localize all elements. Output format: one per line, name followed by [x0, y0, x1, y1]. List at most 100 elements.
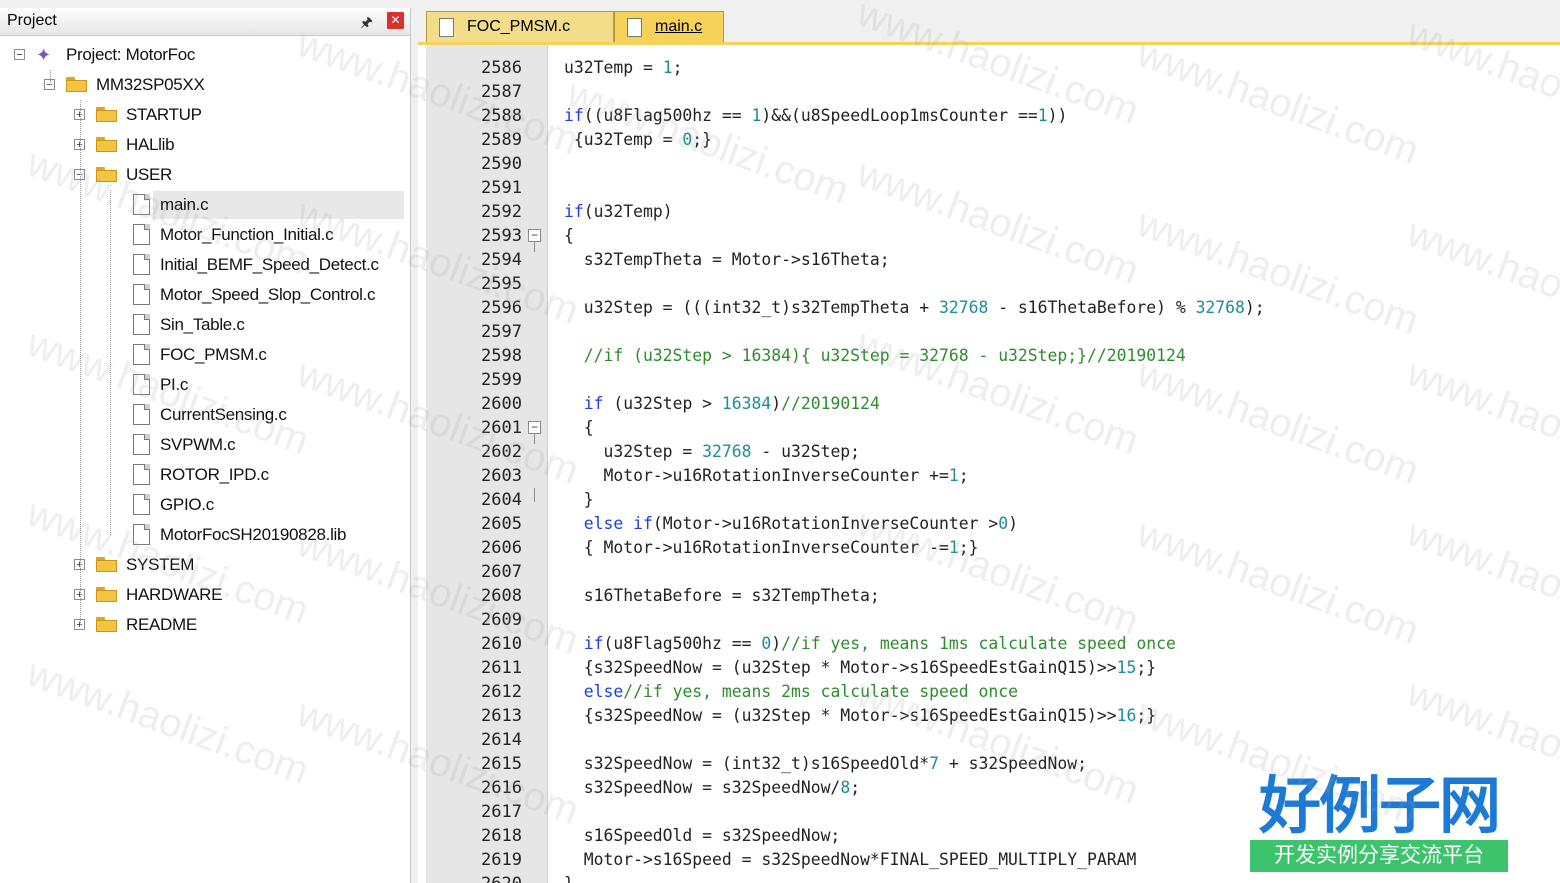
code-token: ): [1008, 514, 1018, 533]
code-token: }: [564, 874, 574, 883]
line-number: 2586: [481, 58, 522, 78]
file-icon: [133, 524, 150, 545]
tree-item-label: HALlib: [126, 135, 175, 154]
tree-item-label: GPIO.c: [160, 495, 214, 514]
code-token: (u32Temp): [583, 202, 673, 221]
file-icon: [133, 494, 150, 515]
line-number: 2604: [481, 490, 522, 510]
file-icon: [133, 254, 150, 275]
tab-main-c[interactable]: main.c: [614, 11, 724, 43]
code-line: if (u32Step > 16384)//20190124: [564, 392, 880, 416]
line-number: 2596: [481, 298, 522, 318]
tree-item[interactable]: Motor_Function_Initial.c: [0, 220, 410, 250]
tree-item[interactable]: + STARTUP: [0, 100, 410, 130]
fold-collapse-icon[interactable]: −: [528, 421, 541, 434]
code-token: 1: [751, 106, 762, 125]
code-line: u32Step = (((int32_t)s32TempTheta + 3276…: [564, 296, 1265, 320]
code-line: if((u8Flag500hz == 1)&&(u8SpeedLoop1msCo…: [564, 104, 1067, 128]
line-number: 2597: [481, 322, 522, 342]
line-number: 2615: [481, 754, 522, 774]
code-token: 0: [682, 130, 693, 149]
tree-item[interactable]: Sin_Table.c: [0, 310, 410, 340]
code-line: s32TempTheta = Motor->s16Theta;: [564, 248, 890, 272]
tree-item[interactable]: − MM32SP05XX: [0, 70, 410, 100]
code-token: //if (u32Step > 16384){ u32Step = 32768 …: [564, 346, 1186, 365]
line-number: 2619: [481, 850, 522, 870]
code-token: ;: [672, 58, 683, 77]
close-icon[interactable]: ✕: [387, 12, 404, 29]
code-token: 32768: [702, 442, 752, 461]
tree-item[interactable]: + README: [0, 610, 410, 640]
line-number-gutter: 2586 2587 2588 2589 2590 2591 2592 2593−2594 259…: [426, 45, 548, 883]
code-line: s16SpeedOld = s32SpeedNow;: [564, 824, 841, 848]
code-token: ): [771, 634, 782, 653]
tree-item[interactable]: main.c: [0, 190, 410, 220]
code-token: ): [771, 394, 782, 413]
collapse-icon[interactable]: −: [14, 49, 25, 61]
code-line: Motor->s16Speed = s32SpeedNow*FINAL_SPEE…: [564, 848, 1137, 872]
code-token: { Motor->u16RotationInverseCounter -=: [564, 538, 949, 557]
code-token: ((u8Flag500hz ==: [583, 106, 752, 125]
file-icon: [133, 224, 150, 245]
line-number: 2606: [481, 538, 522, 558]
tree-item[interactable]: − ✦ Project: MotorFoc: [0, 40, 410, 70]
code-token: //if yes, means 1ms calculate speed once: [781, 634, 1176, 653]
tree-item[interactable]: GPIO.c: [0, 490, 410, 520]
code-area[interactable]: u32Temp = 1; if((u8Flag500hz == 1)&&(u8Sp…: [564, 45, 1560, 883]
folder-icon: [96, 107, 117, 122]
line-number: 2620: [472, 872, 522, 883]
code-token: s32SpeedNow = s32SpeedNow/: [564, 778, 841, 797]
line-number: 2617: [481, 802, 522, 822]
line-number: 2588: [481, 106, 522, 126]
code-line: else if(Motor->u16RotationInverseCounter…: [564, 512, 1018, 536]
code-token: ;: [850, 778, 861, 797]
tree-item[interactable]: + SYSTEM: [0, 550, 410, 580]
tree-item[interactable]: MotorFocSH20190828.lib: [0, 520, 410, 550]
pin-icon[interactable]: 🖈: [360, 12, 373, 36]
file-icon: [439, 18, 454, 37]
code-line: {s32SpeedNow = (u32Step * Motor->s16Spee…: [564, 704, 1156, 728]
code-token: ;}: [1136, 706, 1157, 725]
code-token: {: [564, 226, 574, 245]
folder-icon: [96, 587, 117, 602]
tree-item-label: Motor_Function_Initial.c: [160, 225, 334, 244]
code-token: s16SpeedOld = s32SpeedNow;: [564, 826, 841, 845]
tree-item[interactable]: − USER: [0, 160, 410, 190]
tree-item[interactable]: + HALlib: [0, 130, 410, 160]
line-number: 2598: [481, 346, 522, 366]
fold-collapse-icon[interactable]: −: [528, 229, 541, 242]
code-token: //if yes, means 2ms calculate speed once: [623, 682, 1018, 701]
line-number: 2611: [481, 658, 522, 678]
line-number: 2600: [481, 394, 522, 414]
tree-item[interactable]: ROTOR_IPD.c: [0, 460, 410, 490]
tree-item-label: CurrentSensing.c: [160, 405, 287, 424]
code-token: (u8Flag500hz ==: [603, 634, 762, 653]
tree-item-label: MM32SP05XX: [96, 75, 205, 94]
logo-sub-text: 开发实例分享交流平台: [1250, 840, 1508, 872]
tab-foc-pmsm[interactable]: FOC_PMSM.c: [426, 11, 614, 43]
tree-item[interactable]: PI.c: [0, 370, 410, 400]
code-line: u32Temp = 1;: [564, 56, 682, 80]
code-token: - s16ThetaBefore) %: [988, 298, 1196, 317]
file-icon: [133, 344, 150, 365]
file-icon: [133, 434, 150, 455]
code-token: ;}: [692, 130, 713, 149]
folder-icon: [96, 137, 117, 152]
code-token: s32TempTheta = Motor->s16Theta;: [564, 250, 890, 269]
target-folder-icon: [66, 77, 87, 92]
line-number: 2608: [481, 586, 522, 606]
tree-item[interactable]: + HARDWARE: [0, 580, 410, 610]
tree-item-label: Motor_Speed_Slop_Control.c: [160, 285, 376, 304]
tree-item[interactable]: CurrentSensing.c: [0, 400, 410, 430]
code-token: else: [583, 514, 624, 533]
tree-item[interactable]: Motor_Speed_Slop_Control.c: [0, 280, 410, 310]
code-line: u32Step = 32768 - u32Step;: [564, 440, 860, 464]
code-line: { Motor->u16RotationInverseCounter -=1;}: [564, 536, 979, 560]
tree-item[interactable]: FOC_PMSM.c: [0, 340, 410, 370]
code-token: + s32SpeedNow;: [939, 754, 1088, 773]
tree-item[interactable]: Initial_BEMF_Speed_Detect.c: [0, 250, 410, 280]
tree-item[interactable]: SVPWM.c: [0, 430, 410, 460]
file-icon: [627, 18, 642, 37]
